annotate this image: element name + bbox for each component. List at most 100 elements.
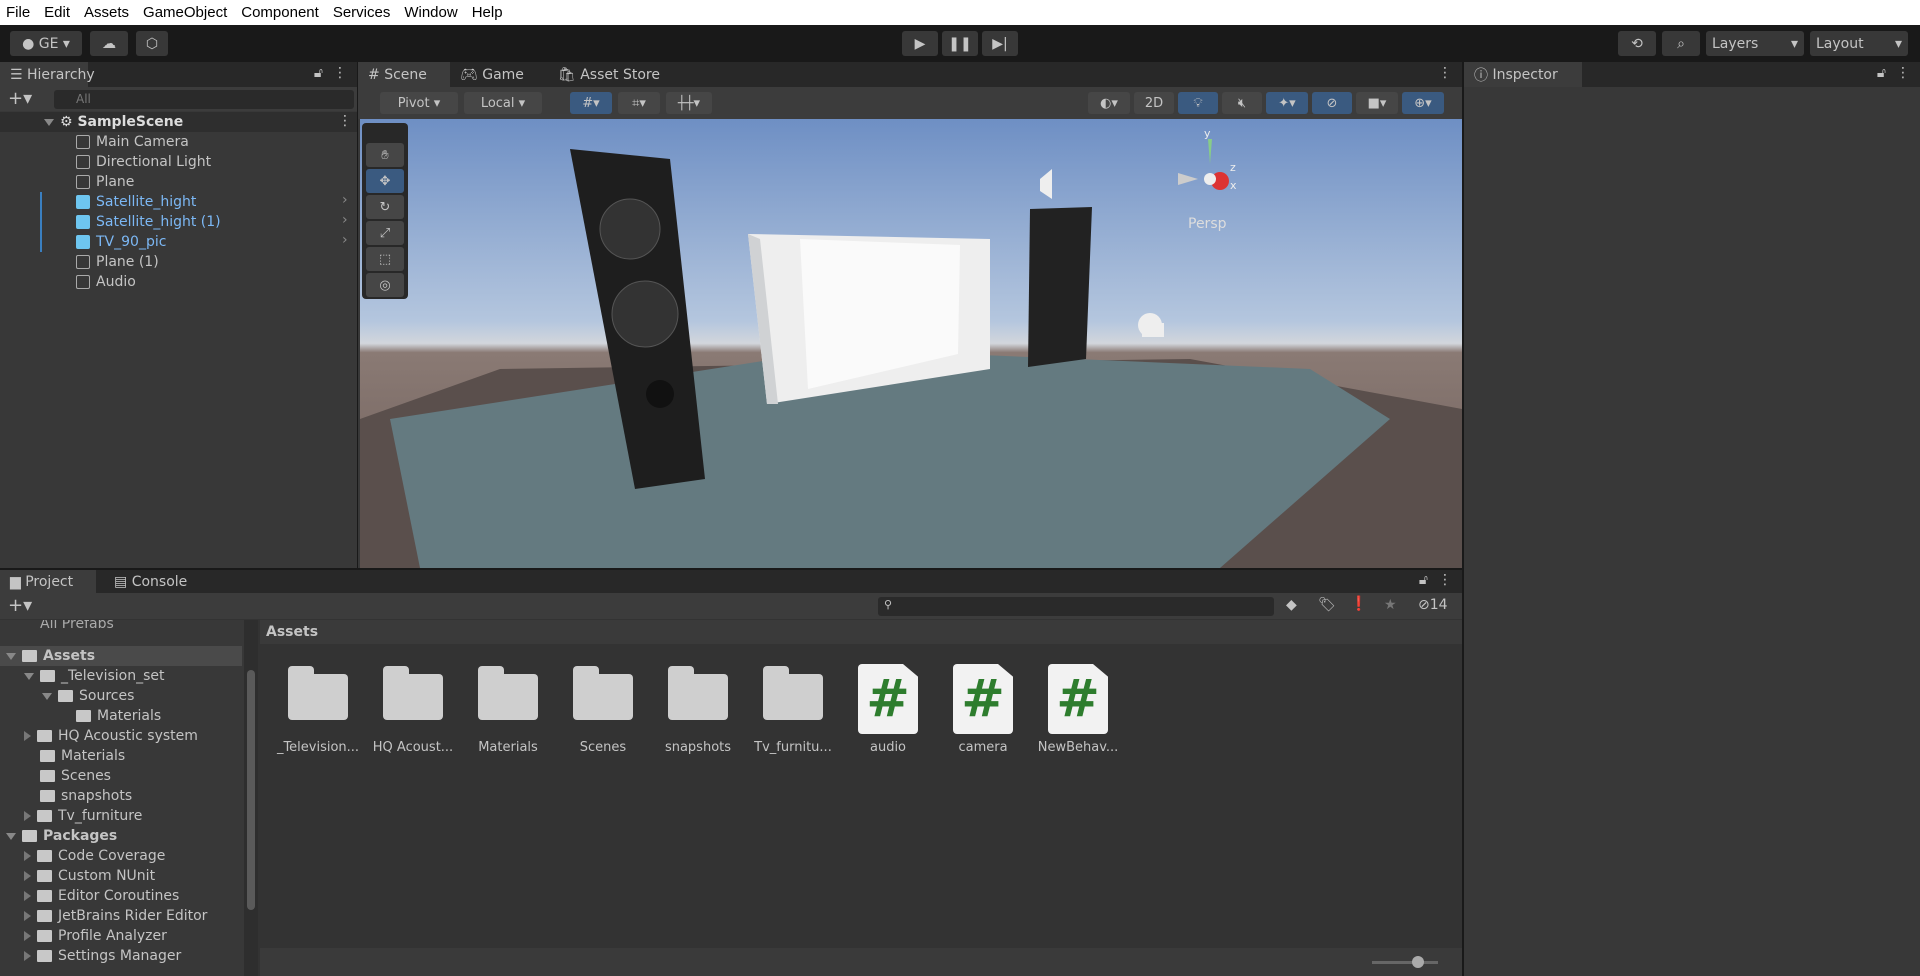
hierarchy-item[interactable]: TV_90_pic: [76, 232, 166, 252]
2d-toggle[interactable]: 2D: [1134, 92, 1174, 114]
expanded-icon[interactable]: [6, 652, 16, 660]
add-button[interactable]: +▾: [8, 88, 32, 109]
search-button[interactable]: ⌕: [1662, 31, 1700, 56]
tree-item[interactable]: Scenes: [24, 766, 111, 786]
hierarchy-item[interactable]: Audio: [76, 272, 136, 292]
asset-item[interactable]: Tv_furnitu...: [745, 664, 841, 755]
slider-knob[interactable]: [1412, 956, 1425, 968]
menu-window[interactable]: Window: [404, 4, 457, 21]
tree-item[interactable]: Assets: [6, 646, 95, 666]
tree-item[interactable]: JetBrains Rider Editor: [24, 906, 207, 926]
tab-scene[interactable]: # Scene: [358, 62, 450, 87]
star-icon[interactable]: ★: [1384, 597, 1397, 613]
hierarchy-item[interactable]: Satellite_hight: [76, 192, 196, 212]
lock-icon[interactable]: 🔓︎: [1419, 572, 1428, 588]
hierarchy-item[interactable]: Directional Light: [76, 152, 211, 172]
more-icon[interactable]: ⋮: [1438, 65, 1452, 81]
gizmos-dropdown[interactable]: ⊕▾: [1402, 92, 1444, 114]
hierarchy-item[interactable]: Plane: [76, 172, 134, 192]
tree-item[interactable]: Tv_furniture: [24, 806, 142, 826]
tree-item[interactable]: Materials: [24, 746, 125, 766]
history-button[interactable]: ⟲: [1618, 31, 1656, 56]
hierarchy-search-input[interactable]: All: [54, 90, 354, 109]
grid-snap-button[interactable]: #▾: [570, 92, 612, 114]
increment-snap-button[interactable]: ⌗▾: [618, 92, 660, 114]
menu-gameobject[interactable]: GameObject: [143, 4, 227, 21]
tab-hierarchy[interactable]: ☰ Hierarchy: [0, 62, 95, 87]
scale-tool[interactable]: ⤢: [366, 221, 404, 245]
menu-component[interactable]: Component: [241, 4, 319, 21]
create-button[interactable]: +▾: [8, 595, 32, 616]
collapsed-icon[interactable]: [24, 811, 31, 821]
collapsed-icon[interactable]: [24, 891, 31, 901]
warning-icon[interactable]: ❗: [1350, 596, 1367, 612]
account-button[interactable]: ● GE ▾: [10, 31, 82, 56]
asset-item[interactable]: HQ Acoust...: [365, 664, 461, 755]
rect-tool[interactable]: ⬚: [366, 247, 404, 271]
expanded-icon[interactable]: [24, 672, 34, 680]
collapsed-icon[interactable]: [24, 871, 31, 881]
chevron-right-icon[interactable]: ›: [342, 192, 348, 208]
menu-file[interactable]: File: [6, 4, 30, 21]
collapsed-icon[interactable]: [24, 851, 31, 861]
local-dropdown[interactable]: Local ▾: [464, 92, 542, 114]
layers-dropdown[interactable]: Layers ▾: [1706, 31, 1804, 56]
tree-item[interactable]: Sources: [42, 686, 134, 706]
tab-inspector[interactable]: ⓘ Inspector: [1464, 62, 1582, 87]
breadcrumb[interactable]: Assets: [260, 620, 1462, 644]
rotate-tool[interactable]: ↻: [366, 195, 404, 219]
menu-assets[interactable]: Assets: [84, 4, 129, 21]
tree-item[interactable]: HQ Acoustic system: [24, 726, 198, 746]
move-tool[interactable]: ✥: [366, 169, 404, 193]
hierarchy-item[interactable]: Satellite_hight (1): [76, 212, 221, 232]
scene-menu-icon[interactable]: ⋮: [338, 113, 352, 129]
asset-item[interactable]: snapshots: [650, 664, 746, 755]
transform-tool[interactable]: ◎: [366, 273, 404, 297]
lighting-toggle[interactable]: 💡︎: [1178, 92, 1218, 114]
grid-visibility-button[interactable]: ┼┼▾: [666, 92, 712, 114]
tree-item[interactable]: Profile Analyzer: [24, 926, 167, 946]
tree-item[interactable]: Code Coverage: [24, 846, 165, 866]
asset-item[interactable]: # audio: [840, 664, 936, 755]
tree-item[interactable]: Settings Manager: [24, 946, 181, 966]
collab-button[interactable]: ⬡: [136, 31, 168, 56]
audio-toggle[interactable]: 🔇︎: [1222, 92, 1262, 114]
menu-services[interactable]: Services: [333, 4, 391, 21]
tree-item[interactable]: Materials: [60, 706, 161, 726]
filter-type-icon[interactable]: ◆: [1286, 597, 1297, 613]
more-icon[interactable]: ⋮: [333, 65, 347, 81]
label-icon[interactable]: 🏷︎: [1318, 597, 1336, 613]
chevron-right-icon[interactable]: ›: [342, 232, 348, 248]
collapsed-icon[interactable]: [24, 951, 31, 961]
hierarchy-item[interactable]: Plane (1): [76, 252, 159, 272]
tree-item[interactable]: Editor Coroutines: [24, 886, 179, 906]
hidden-packages-toggle[interactable]: ⊘14: [1418, 597, 1448, 613]
collapsed-icon[interactable]: [24, 931, 31, 941]
asset-item[interactable]: Materials: [460, 664, 556, 755]
expanded-icon[interactable]: [6, 832, 16, 840]
scene-root[interactable]: ⚙ SampleScene: [44, 112, 183, 132]
cloud-button[interactable]: ☁: [90, 31, 128, 56]
asset-item[interactable]: # camera: [935, 664, 1031, 755]
tab-asset-store[interactable]: 🛍︎ Asset Store: [548, 62, 670, 87]
scene-viewport[interactable]: y z x Persp ✋︎ ✥ ↻ ⤢ ⬚ ◎: [360, 119, 1462, 568]
asset-item[interactable]: Scenes: [555, 664, 651, 755]
tab-project[interactable]: ▆ Project: [0, 570, 96, 593]
hidden-objects-toggle[interactable]: ⊘: [1312, 92, 1352, 114]
tree-item[interactable]: Custom NUnit: [24, 866, 155, 886]
collapsed-icon[interactable]: [24, 911, 31, 921]
chevron-right-icon[interactable]: ›: [342, 212, 348, 228]
play-button[interactable]: ▶: [902, 31, 938, 56]
asset-item[interactable]: _Television...: [270, 664, 366, 755]
menu-edit[interactable]: Edit: [44, 4, 70, 21]
expanded-icon[interactable]: [42, 692, 52, 700]
asset-item[interactable]: # NewBehav...: [1030, 664, 1126, 755]
layout-dropdown[interactable]: Layout ▾: [1810, 31, 1908, 56]
pivot-dropdown[interactable]: Pivot ▾: [380, 92, 458, 114]
tree-item[interactable]: snapshots: [24, 786, 132, 806]
more-icon[interactable]: ⋮: [1896, 65, 1910, 81]
lock-icon[interactable]: 🔓︎: [1877, 65, 1886, 81]
tree-item[interactable]: _Television_set: [24, 666, 164, 686]
camera-dropdown[interactable]: ■▾: [1356, 92, 1398, 114]
lock-icon[interactable]: 🔓︎: [314, 65, 323, 81]
